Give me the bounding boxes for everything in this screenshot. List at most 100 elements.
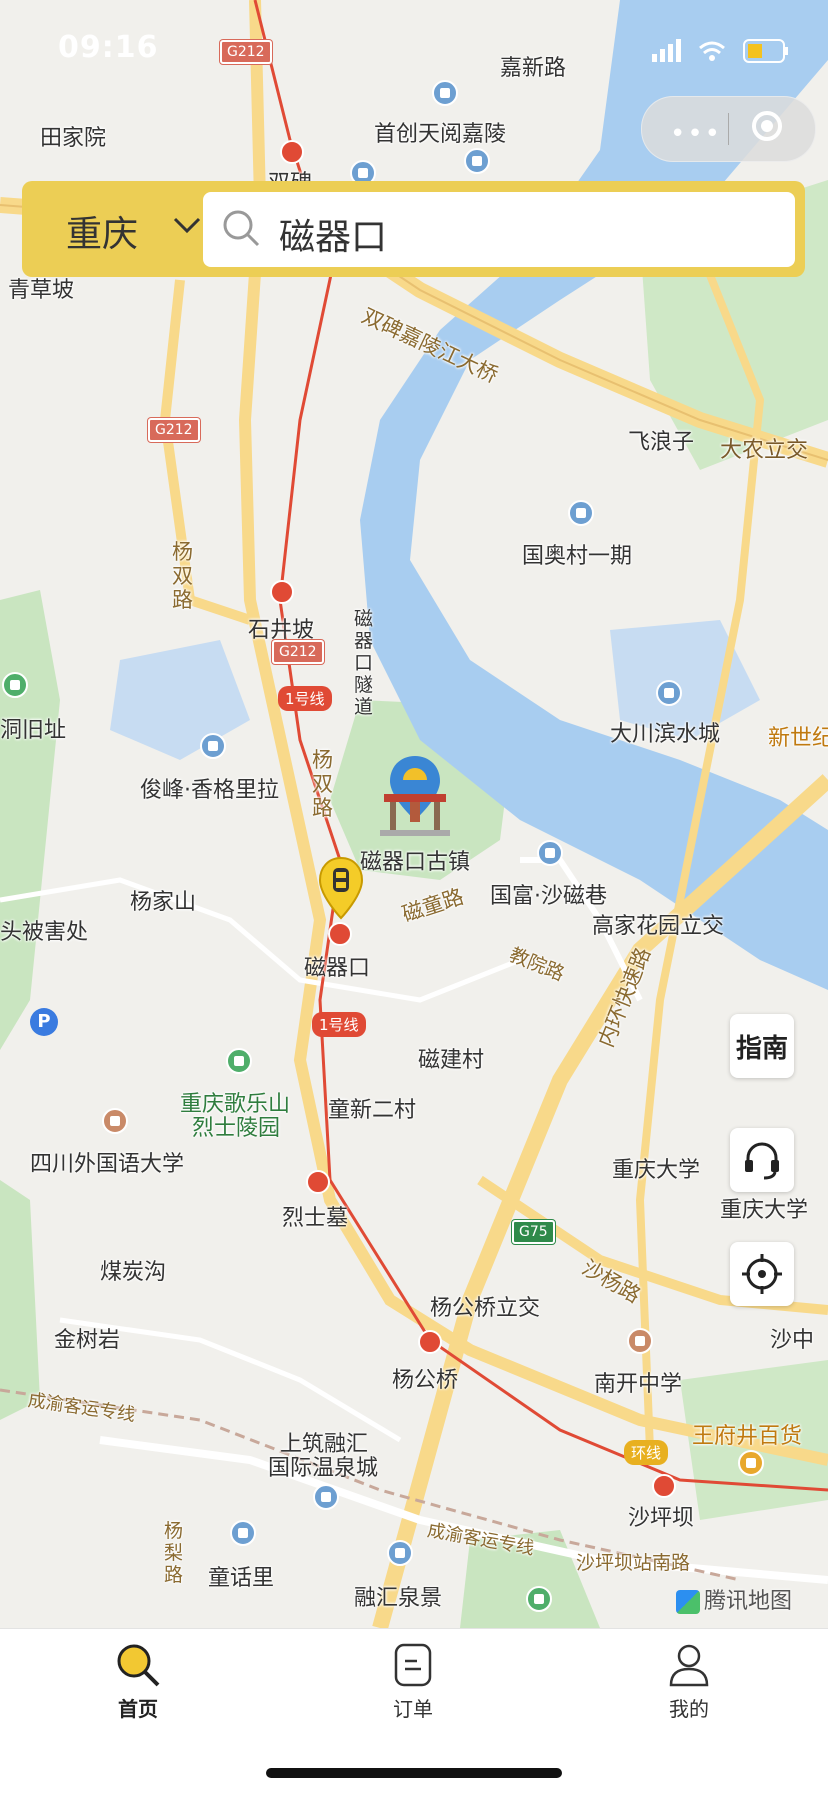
highway-shield: G212	[148, 418, 200, 442]
tab-home[interactable]: 首页	[78, 1641, 198, 1722]
map-label: 王府井百货	[692, 1424, 803, 1449]
residential-poi-icon[interactable]	[432, 80, 458, 106]
scenic-poi-icon[interactable]	[2, 672, 28, 698]
map-label: 杨家山	[130, 890, 197, 915]
metro-station-icon[interactable]	[270, 580, 294, 604]
customer-service-button[interactable]	[730, 1128, 794, 1192]
search-input-value: 磁器口	[279, 217, 388, 258]
status-icons	[652, 36, 792, 66]
locate-button[interactable]	[730, 1242, 794, 1306]
search-input[interactable]: 磁器口	[203, 192, 795, 267]
map-label: 磁器口	[304, 956, 371, 981]
tab-home-label: 首页	[118, 1697, 158, 1721]
residential-poi-icon[interactable]	[656, 680, 682, 706]
highway-shield: G75	[512, 1220, 555, 1244]
map-label: 沙坪坝站南路	[576, 1552, 691, 1574]
residential-poi-icon[interactable]	[464, 148, 490, 174]
residential-poi-icon[interactable]	[230, 1520, 256, 1546]
map-label: 头被害处	[0, 920, 89, 945]
residential-poi-icon[interactable]	[627, 1328, 653, 1354]
map-label: 杨梨路	[164, 1520, 184, 1586]
residential-poi-icon[interactable]	[200, 733, 226, 759]
search-tab-icon	[117, 1644, 160, 1687]
map-label: 磁器口隧道	[354, 608, 374, 718]
status-bar-time: 09:16	[58, 30, 159, 65]
order-icon	[394, 1643, 432, 1687]
map-label: 俊峰·香格里拉	[140, 778, 279, 803]
map-label: 烈士墓	[282, 1206, 349, 1231]
map-label: 首创天阅嘉陵	[374, 122, 507, 147]
map-label: 杨双路	[172, 540, 193, 612]
close-mini-program-icon[interactable]	[752, 111, 782, 141]
map-label: 沙中	[770, 1328, 815, 1353]
map-label: 嘉新路	[500, 56, 567, 81]
tab-profile[interactable]: 我的	[629, 1641, 749, 1722]
capsule-divider	[728, 113, 729, 145]
map-label: 国富·沙磁巷	[490, 884, 607, 909]
ancient-town-gate-icon	[380, 790, 450, 840]
tencent-map-logo-icon	[676, 1590, 700, 1614]
map-label: 国际温泉城	[268, 1456, 379, 1481]
crosshair-icon	[742, 1254, 782, 1294]
tab-profile-label: 我的	[669, 1697, 709, 1721]
school-poi-icon[interactable]	[102, 1108, 128, 1134]
highway-shield: G212	[220, 40, 272, 64]
search-header: 重庆 磁器口	[22, 181, 805, 277]
tab-orders[interactable]: 订单	[353, 1641, 473, 1722]
tab-orders-label: 订单	[393, 1697, 433, 1721]
more-icon[interactable]: •••	[670, 119, 722, 149]
map-label: 四川外国语大学	[30, 1152, 185, 1177]
map-label: 杨公桥	[392, 1368, 459, 1393]
map-label: 国奥村一期	[522, 544, 633, 569]
ring-line-badge: 环线	[624, 1440, 669, 1465]
home-indicator[interactable]	[266, 1768, 562, 1778]
map-label: 磁器口古镇	[360, 850, 471, 875]
map-label: 烈士陵园	[192, 1116, 281, 1141]
city-label: 重庆	[66, 214, 139, 255]
park-poi-icon[interactable]	[526, 1586, 552, 1612]
map-label: 大川滨水城	[610, 722, 721, 747]
mini-program-capsule[interactable]: •••	[641, 96, 816, 162]
map-label: 煤炭沟	[100, 1260, 167, 1285]
current-location-pin-icon[interactable]	[318, 856, 364, 926]
map-label: 飞浪子	[628, 430, 695, 455]
parking-icon[interactable]: P	[30, 1008, 58, 1036]
profile-icon	[669, 1644, 709, 1687]
metro-line-badge: 1号线	[312, 1012, 366, 1037]
metro-station-icon[interactable]	[652, 1474, 676, 1498]
residential-poi-icon[interactable]	[537, 840, 563, 866]
map-label: 童新二村	[328, 1098, 417, 1123]
shopping-poi-icon[interactable]	[738, 1450, 764, 1476]
metro-station-icon[interactable]	[306, 1170, 330, 1194]
metro-line-badge: 1号线	[278, 686, 332, 711]
residential-poi-icon[interactable]	[387, 1540, 413, 1566]
map-label: 磁建村	[418, 1048, 485, 1073]
map-label: 沙坪坝	[628, 1506, 695, 1531]
search-icon	[223, 210, 260, 247]
headset-icon	[745, 1142, 779, 1180]
map-label: 童话里	[208, 1566, 275, 1591]
map-label: 南开中学	[594, 1372, 683, 1397]
residential-poi-icon[interactable]	[568, 500, 594, 526]
guide-button-label: 指南	[735, 1033, 788, 1064]
residential-poi-icon[interactable]	[313, 1484, 339, 1510]
map-label: 新世纪	[768, 726, 828, 751]
map-label: 洞旧址	[0, 718, 67, 743]
guide-button[interactable]: 指南	[730, 1014, 794, 1078]
metro-station-icon[interactable]	[418, 1330, 442, 1354]
tencent-map-logo: 腾讯地图	[676, 1583, 792, 1615]
map-label: 大农立交	[720, 438, 809, 463]
map-label: 重庆大学	[612, 1158, 701, 1183]
map-label: 高家花园立交	[592, 914, 725, 939]
map-label: 田家院	[40, 126, 107, 151]
highway-shield: G212	[272, 640, 324, 664]
scenic-poi-icon[interactable]	[226, 1048, 252, 1074]
map-label: 重庆大学	[720, 1198, 809, 1223]
metro-station-icon[interactable]	[280, 140, 304, 164]
chevron-down-icon	[172, 215, 202, 241]
map-label: 融汇泉景	[354, 1586, 443, 1611]
map-label: 杨双路	[312, 748, 333, 820]
map-label: 杨公桥立交	[430, 1296, 541, 1321]
tencent-map-logo-text: 腾讯地图	[704, 1589, 793, 1614]
map-label: 金树岩	[54, 1328, 121, 1353]
